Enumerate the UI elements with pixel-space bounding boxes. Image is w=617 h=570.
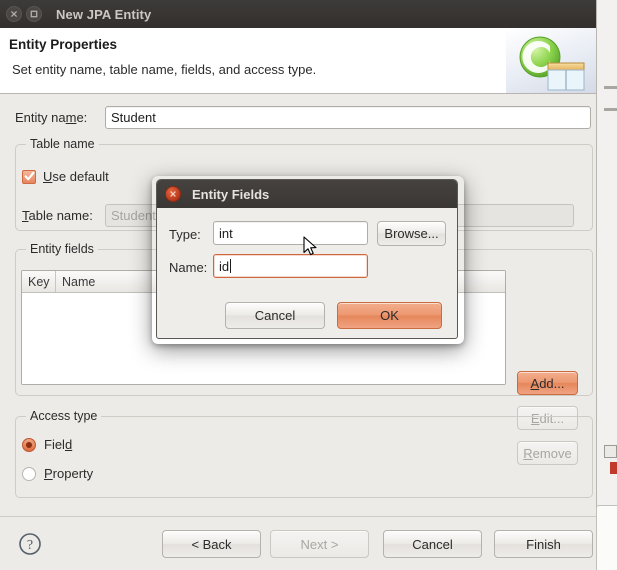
dialog-name-label: Name: [169, 260, 208, 275]
maximize-icon[interactable] [26, 6, 42, 22]
finish-button-label: Finish [526, 536, 561, 552]
page-subtitle: Set entity name, table name, fields, and… [12, 62, 317, 77]
dialog-titlebar[interactable]: Entity Fields [157, 180, 457, 208]
column-header-key[interactable]: Key [22, 271, 56, 292]
entity-name-value: Student [111, 110, 156, 125]
dialog-name-input[interactable]: id [213, 254, 368, 278]
dialog-ok-button[interactable]: OK [337, 302, 442, 329]
help-icon[interactable]: ? [18, 532, 42, 556]
dialog-name-value: id [219, 258, 230, 274]
background-white-panel [596, 505, 617, 570]
next-button[interactable]: Next > [270, 530, 369, 558]
access-type-field-label: Field [44, 437, 73, 452]
radio-unselected-icon[interactable] [22, 466, 36, 481]
wizard-button-bar: ? < Back Next > Cancel Finish [0, 516, 596, 570]
window-titlebar[interactable]: New JPA Entity [0, 0, 596, 28]
page-title: Entity Properties [9, 37, 118, 52]
access-type-property-radio-row[interactable]: Property [22, 466, 93, 481]
use-default-label: Use default [43, 169, 109, 184]
text-caret [230, 259, 232, 273]
background-divider-1 [604, 86, 617, 89]
dialog-cancel-button[interactable]: Cancel [225, 302, 325, 329]
window-title: New JPA Entity [56, 6, 152, 22]
entity-fields-dialog: Entity Fields Type: int Browse... Name: … [156, 179, 458, 339]
screen: New JPA Entity Entity Properties Set ent… [0, 0, 617, 570]
background-divider-2 [604, 108, 617, 111]
radio-selected-icon[interactable] [22, 437, 36, 452]
add-field-button-label: Add... [530, 375, 565, 391]
back-button-label: < Back [191, 536, 232, 552]
dialog-body: Type: int Browse... Name: id Cancel OK [157, 208, 457, 338]
dialog-type-label: Type: [169, 227, 201, 242]
background-small-box [604, 445, 617, 458]
dialog-browse-button-label: Browse... [384, 226, 439, 241]
next-button-label: Next > [300, 536, 339, 552]
dialog-ok-button-label: OK [380, 308, 399, 323]
access-type-field-radio-row[interactable]: Field [22, 437, 72, 452]
table-name-value: Student [111, 208, 156, 223]
back-button[interactable]: < Back [162, 530, 261, 558]
entity-fields-group-title: Entity fields [26, 242, 98, 256]
table-name-group-title: Table name [26, 137, 99, 151]
access-type-property-label: Property [44, 466, 94, 481]
use-default-checkbox-row[interactable]: Use default [22, 169, 109, 184]
dialog-close-icon[interactable] [165, 186, 181, 202]
dialog-type-input[interactable]: int [213, 221, 368, 245]
add-field-button[interactable]: Add... [517, 371, 578, 395]
background-red-marker [610, 462, 617, 474]
jpa-entity-icon [519, 36, 585, 91]
entity-name-label: Entity name: [15, 110, 88, 125]
finish-button[interactable]: Finish [494, 530, 593, 558]
dialog-type-value: int [219, 225, 233, 241]
entity-name-input[interactable]: Student [105, 106, 591, 129]
dialog-browse-button[interactable]: Browse... [377, 221, 446, 246]
svg-text:?: ? [27, 538, 33, 553]
wizard-header: Entity Properties Set entity name, table… [0, 28, 596, 94]
checkbox-icon[interactable] [22, 169, 36, 184]
access-type-group: Access type [15, 409, 593, 498]
dialog-title: Entity Fields [192, 186, 270, 202]
access-type-group-title: Access type [26, 409, 102, 423]
table-name-label: Table name: [22, 208, 93, 223]
dialog-cancel-button-label: Cancel [254, 308, 296, 323]
cancel-button-label: Cancel [412, 536, 453, 552]
close-icon[interactable] [6, 6, 22, 22]
cancel-button[interactable]: Cancel [383, 530, 482, 558]
